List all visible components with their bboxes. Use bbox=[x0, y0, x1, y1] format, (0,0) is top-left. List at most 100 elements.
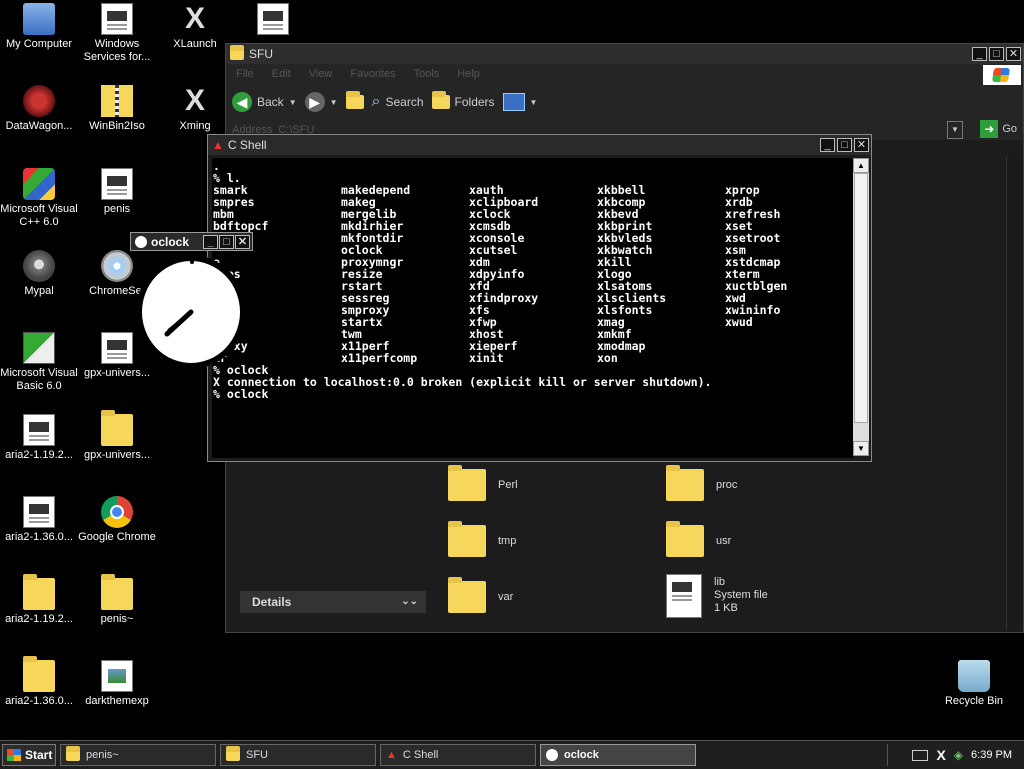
desktop-icon-xlaunch[interactable]: X XLaunch bbox=[156, 3, 234, 51]
minimize-button[interactable]: _ bbox=[972, 47, 987, 61]
desktop-icon-google-chrome[interactable]: Google Chrome bbox=[78, 496, 156, 544]
desktop-icon-darkthemexp[interactable]: darkthemexp bbox=[78, 660, 156, 708]
desktop-icon-penis[interactable]: penis bbox=[78, 168, 156, 216]
scroll-down-icon[interactable]: ▼ bbox=[853, 441, 869, 456]
desktop-icon-datawagon[interactable]: DataWagon... bbox=[0, 85, 78, 133]
terminal-scrollbar[interactable]: ▲ ▼ bbox=[853, 158, 869, 456]
desktop-icon-visual-cpp[interactable]: Microsoft Visual C++ 6.0 bbox=[0, 168, 78, 229]
minimize-button[interactable]: _ bbox=[820, 138, 835, 152]
terminal-listing-entry: xon bbox=[597, 351, 618, 365]
up-folder-button[interactable] bbox=[345, 91, 364, 109]
search-icon: ⌕ bbox=[371, 93, 381, 110]
folders-icon bbox=[431, 91, 450, 109]
cshell-titlebar[interactable]: ▲ C Shell _ □ ✕ bbox=[208, 135, 871, 155]
views-icon bbox=[502, 93, 525, 111]
explorer-titlebar[interactable]: SFU _ □ ✕ bbox=[226, 44, 1023, 64]
windows-logo-icon bbox=[7, 749, 21, 761]
chevron-down-icon: ▼ bbox=[529, 97, 538, 107]
menu-help[interactable]: Help bbox=[457, 68, 480, 80]
desktop-icon-winbin2iso[interactable]: WinBin2Iso bbox=[78, 85, 156, 133]
maximize-button[interactable]: □ bbox=[989, 47, 1004, 61]
taskbar-item-cshell[interactable]: ▲ C Shell bbox=[380, 744, 536, 766]
close-button[interactable]: ✕ bbox=[235, 234, 250, 249]
oclock-face bbox=[136, 255, 246, 369]
taskbar-item-oclock[interactable]: oclock bbox=[540, 744, 696, 766]
folder-item-tmp[interactable]: tmp bbox=[448, 521, 516, 557]
keyboard-icon[interactable] bbox=[912, 749, 929, 761]
desktop-icon-aria2-1-19-doc[interactable]: aria2-1.19.2... bbox=[0, 414, 78, 462]
desktop-icon-visual-basic[interactable]: Microsoft Visual Basic 6.0 bbox=[0, 332, 78, 393]
desktop-icon-my-computer[interactable]: My Computer bbox=[0, 3, 78, 51]
folder-item-usr[interactable]: usr bbox=[666, 521, 731, 557]
back-button[interactable]: ◀ Back ▼ bbox=[232, 92, 297, 112]
desktop-icon-xming[interactable]: X Xming bbox=[156, 85, 234, 133]
terminal-listing-row: proxyx11perfxieperfxmodmap bbox=[213, 340, 853, 352]
desktop-icon-gpx-universal-folder[interactable]: gpx-univers... bbox=[78, 410, 156, 462]
desktop-icon-recycle-bin[interactable]: Recycle Bin bbox=[935, 660, 1013, 708]
clock-time[interactable]: 6:39 PM bbox=[971, 749, 1012, 761]
clock-jewel bbox=[190, 260, 194, 264]
menu-tools[interactable]: Tools bbox=[414, 68, 440, 80]
desktop-icon-aria2-1-36-doc[interactable]: aria2-1.36.0... bbox=[0, 496, 78, 544]
folder-icon bbox=[66, 745, 80, 761]
desktop-icon-label: Google Chrome bbox=[78, 531, 156, 543]
desktop-icon-mypal[interactable]: Mypal bbox=[0, 250, 78, 298]
taskbar-item-sfu[interactable]: SFU bbox=[220, 744, 376, 766]
maximize-button[interactable]: □ bbox=[219, 234, 234, 249]
start-button[interactable]: Start bbox=[2, 744, 56, 766]
desktop-icon-windows-services[interactable]: Windows Services for... bbox=[78, 3, 156, 64]
terminal-output[interactable]: .% l. smark makedepend xauth xkbbell xprop smp… bbox=[212, 158, 853, 458]
desktop-icon-aria2-1-36-folder[interactable]: aria2-1.36.0... bbox=[0, 656, 78, 708]
scroll-up-icon[interactable]: ▲ bbox=[853, 158, 869, 173]
desktop-icon-label: Xming bbox=[179, 120, 211, 132]
folder-icon bbox=[448, 521, 486, 557]
maximize-button[interactable]: □ bbox=[837, 138, 852, 152]
terminal-listing-row: twm xhost xmkmf bbox=[213, 328, 853, 340]
search-button[interactable]: ⌕ Search bbox=[372, 93, 424, 111]
menu-favorites[interactable]: Favorites bbox=[350, 68, 395, 80]
taskbar-item-penis[interactable]: penis~ bbox=[60, 744, 216, 766]
terminal-listing-entry: xinit bbox=[469, 351, 504, 365]
file-info: lib System file 1 KB bbox=[714, 574, 768, 615]
folder-icon bbox=[666, 465, 704, 501]
forward-button[interactable]: ▶ ▼ bbox=[304, 92, 338, 112]
folder-item-proc[interactable]: proc bbox=[666, 465, 737, 501]
folder-item-var[interactable]: var bbox=[448, 577, 513, 613]
oclock-title: oclock bbox=[151, 234, 190, 249]
explorer-scrollbar[interactable] bbox=[1006, 156, 1023, 630]
menu-file[interactable]: File bbox=[236, 68, 254, 80]
cshell-icon: ▲ bbox=[212, 138, 224, 152]
menu-edit[interactable]: Edit bbox=[272, 68, 291, 80]
desktop-icon-penis-folder[interactable]: penis~ bbox=[78, 574, 156, 626]
document-icon bbox=[101, 3, 133, 35]
network-icon[interactable]: ◈ bbox=[954, 748, 963, 762]
back-label: Back bbox=[257, 95, 284, 109]
desktop-icon-aria2-1-19-folder[interactable]: aria2-1.19.2... bbox=[0, 574, 78, 626]
desktop-icon-document[interactable] bbox=[234, 3, 312, 38]
close-button[interactable]: ✕ bbox=[854, 138, 869, 152]
back-arrow-icon: ◀ bbox=[232, 92, 252, 112]
address-dropdown-button[interactable]: ▼ bbox=[947, 121, 963, 139]
desktop-icon-label: My Computer bbox=[5, 38, 73, 50]
go-button[interactable]: ➜ Go bbox=[980, 120, 1017, 138]
views-button[interactable]: ▼ bbox=[502, 93, 538, 111]
xming-tray-icon[interactable]: X bbox=[936, 747, 945, 763]
menu-view[interactable]: View bbox=[309, 68, 333, 80]
desktop-icon-label: Recycle Bin bbox=[944, 695, 1004, 707]
minimize-button[interactable]: _ bbox=[203, 234, 218, 249]
cshell-window: ▲ C Shell _ □ ✕ .% l. smark makedepend xaut… bbox=[207, 134, 872, 462]
terminal-line: % oclock bbox=[213, 387, 269, 401]
oclock-titlebar[interactable]: oclock _ □ ✕ bbox=[130, 232, 253, 251]
window-controls: _ □ ✕ bbox=[972, 47, 1023, 61]
details-panel-header[interactable]: Details ⌄⌄ bbox=[240, 591, 426, 613]
visual-studio-icon bbox=[23, 168, 55, 200]
file-item-lib[interactable]: lib System file 1 KB bbox=[666, 574, 768, 618]
terminal-listing-row: dfsmproxyxfsxlsfontsxwininfo bbox=[213, 304, 853, 316]
folder-item-perl[interactable]: Perl bbox=[448, 465, 518, 501]
desktop-icon-label: XLaunch bbox=[173, 38, 217, 50]
scroll-thumb[interactable] bbox=[854, 173, 868, 423]
folders-button[interactable]: Folders bbox=[431, 91, 495, 109]
terminal-line: . bbox=[213, 159, 220, 173]
close-button[interactable]: ✕ bbox=[1006, 47, 1021, 61]
desktop-icon-label: WinBin2Iso bbox=[89, 120, 145, 132]
